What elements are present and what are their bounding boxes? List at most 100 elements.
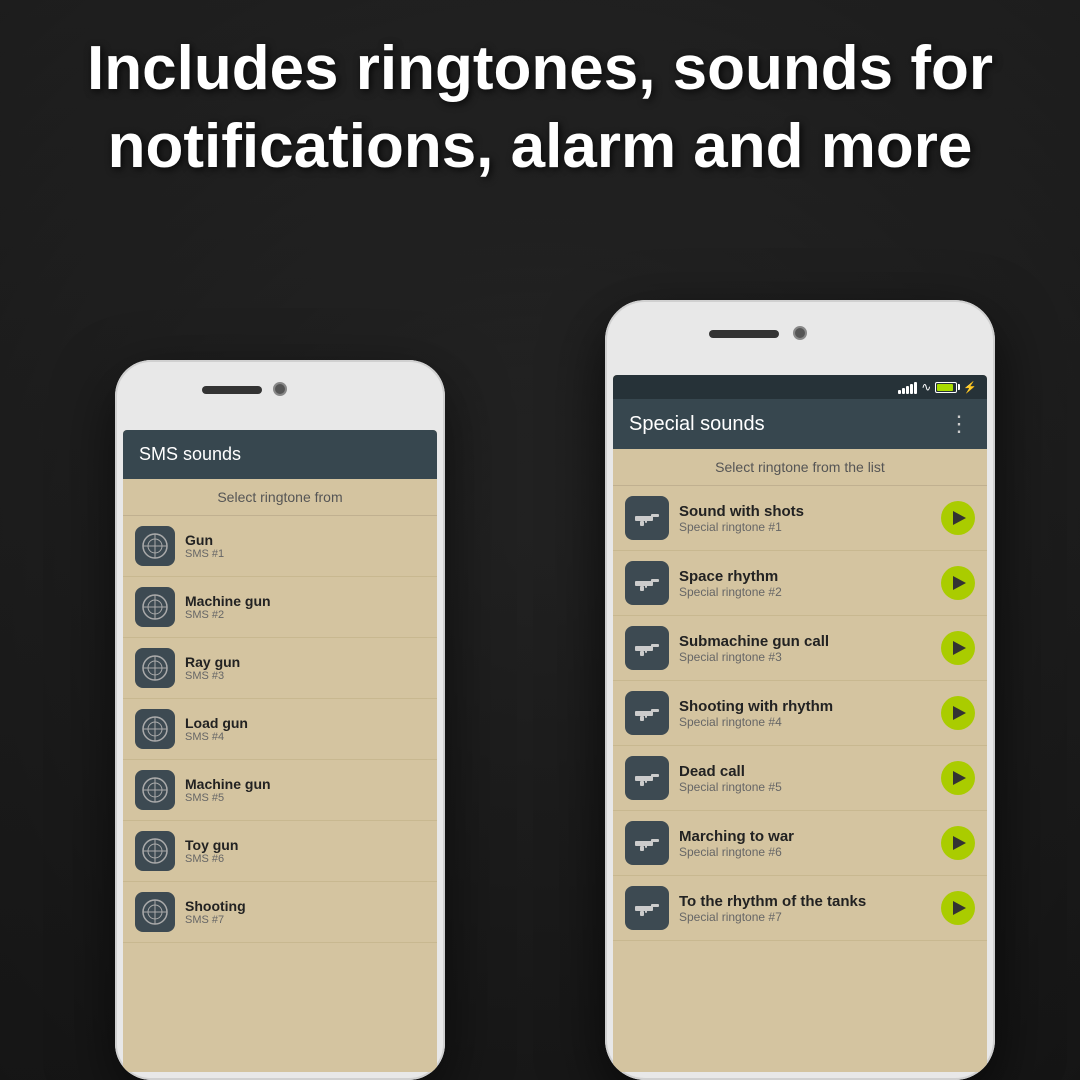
item-title: Load gun bbox=[185, 715, 248, 731]
item-info: Shooting SMS #7 bbox=[185, 898, 246, 926]
bar5 bbox=[914, 382, 917, 394]
item-title: Gun bbox=[185, 532, 224, 548]
item-icon bbox=[625, 561, 669, 605]
wifi-icon: ∿ bbox=[921, 380, 931, 394]
play-button[interactable] bbox=[941, 891, 975, 925]
list-item[interactable]: Shooting with rhythm Special ringtone #4 bbox=[613, 681, 987, 746]
item-subtitle: SMS #3 bbox=[185, 670, 240, 682]
item-info: Marching to war Special ringtone #6 bbox=[679, 828, 931, 859]
battery-fill bbox=[937, 384, 953, 391]
bar1 bbox=[898, 390, 901, 394]
header-title: Includes ringtones, sounds for notificat… bbox=[60, 30, 1020, 185]
list-item[interactable]: To the rhythm of the tanks Special ringt… bbox=[613, 876, 987, 941]
item-subtitle: Special ringtone #4 bbox=[679, 715, 931, 729]
phone-left-screen: SMS sounds Select ringtone from bbox=[123, 430, 437, 1072]
item-subtitle: SMS #6 bbox=[185, 853, 238, 865]
list-item[interactable]: Gun SMS #1 bbox=[123, 516, 437, 577]
phone-left: SMS sounds Select ringtone from bbox=[115, 360, 445, 1080]
item-subtitle: Special ringtone #5 bbox=[679, 780, 931, 794]
left-app-header: SMS sounds bbox=[123, 430, 437, 479]
right-app-header: Special sounds ⋮ bbox=[613, 399, 987, 449]
item-icon bbox=[135, 770, 175, 810]
left-app-subtitle: Select ringtone from bbox=[123, 479, 437, 516]
item-title: Sound with shots bbox=[679, 503, 931, 520]
right-app-title: Special sounds bbox=[629, 413, 765, 436]
play-button[interactable] bbox=[941, 761, 975, 795]
item-info: Load gun SMS #4 bbox=[185, 715, 248, 743]
item-title: Toy gun bbox=[185, 837, 238, 853]
item-icon bbox=[625, 691, 669, 735]
item-info: To the rhythm of the tanks Special ringt… bbox=[679, 893, 931, 924]
left-app-list: Gun SMS #1 Machine gun bbox=[123, 516, 437, 943]
list-item[interactable]: Space rhythm Special ringtone #2 bbox=[613, 551, 987, 616]
item-icon bbox=[625, 496, 669, 540]
item-subtitle: Special ringtone #1 bbox=[679, 520, 931, 534]
item-subtitle: Special ringtone #3 bbox=[679, 650, 931, 664]
item-icon bbox=[135, 709, 175, 749]
list-item[interactable]: Sound with shots Special ringtone #1 bbox=[613, 486, 987, 551]
item-info: Sound with shots Special ringtone #1 bbox=[679, 503, 931, 534]
left-app-title: SMS sounds bbox=[139, 444, 421, 465]
list-item[interactable]: Machine gun SMS #5 bbox=[123, 760, 437, 821]
item-subtitle: SMS #5 bbox=[185, 792, 271, 804]
item-icon bbox=[135, 587, 175, 627]
item-icon bbox=[625, 821, 669, 865]
item-title: Dead call bbox=[679, 763, 931, 780]
item-subtitle: SMS #7 bbox=[185, 914, 246, 926]
play-button[interactable] bbox=[941, 826, 975, 860]
item-title: Space rhythm bbox=[679, 568, 931, 585]
item-subtitle: SMS #1 bbox=[185, 548, 224, 560]
play-button[interactable] bbox=[941, 696, 975, 730]
bar4 bbox=[910, 384, 913, 394]
item-info: Space rhythm Special ringtone #2 bbox=[679, 568, 931, 599]
battery-body bbox=[935, 382, 957, 393]
play-button[interactable] bbox=[941, 566, 975, 600]
item-info: Gun SMS #1 bbox=[185, 532, 224, 560]
item-title: To the rhythm of the tanks bbox=[679, 893, 931, 910]
item-info: Submachine gun call Special ringtone #3 bbox=[679, 633, 931, 664]
phone-right: ∿ ⚡ Special sounds ⋮ Select ringtone fro… bbox=[605, 300, 995, 1080]
left-phone-speaker bbox=[202, 386, 262, 394]
list-item[interactable]: Toy gun SMS #6 bbox=[123, 821, 437, 882]
list-item[interactable]: Submachine gun call Special ringtone #3 bbox=[613, 616, 987, 681]
list-item[interactable]: Machine gun SMS #2 bbox=[123, 577, 437, 638]
item-title: Shooting with rhythm bbox=[679, 698, 931, 715]
list-item[interactable]: Shooting SMS #7 bbox=[123, 882, 437, 943]
item-title: Marching to war bbox=[679, 828, 931, 845]
item-title: Shooting bbox=[185, 898, 246, 914]
list-item[interactable]: Marching to war Special ringtone #6 bbox=[613, 811, 987, 876]
right-phone-speaker bbox=[709, 330, 779, 338]
list-item[interactable]: Dead call Special ringtone #5 bbox=[613, 746, 987, 811]
item-subtitle: Special ringtone #7 bbox=[679, 910, 931, 924]
item-icon bbox=[625, 756, 669, 800]
header-section: Includes ringtones, sounds for notificat… bbox=[0, 30, 1080, 185]
item-icon bbox=[135, 526, 175, 566]
item-icon bbox=[135, 831, 175, 871]
item-subtitle: SMS #4 bbox=[185, 731, 248, 743]
item-title: Machine gun bbox=[185, 593, 271, 609]
left-phone-camera bbox=[273, 382, 287, 396]
right-phone-camera bbox=[793, 326, 807, 340]
phone-right-screen: ∿ ⚡ Special sounds ⋮ Select ringtone fro… bbox=[613, 375, 987, 1072]
item-subtitle: Special ringtone #2 bbox=[679, 585, 931, 599]
item-icon bbox=[625, 626, 669, 670]
item-icon bbox=[135, 892, 175, 932]
list-item[interactable]: Ray gun SMS #3 bbox=[123, 638, 437, 699]
item-subtitle: SMS #2 bbox=[185, 609, 271, 621]
item-subtitle: Special ringtone #6 bbox=[679, 845, 931, 859]
item-info: Dead call Special ringtone #5 bbox=[679, 763, 931, 794]
item-title: Ray gun bbox=[185, 654, 240, 670]
item-info: Ray gun SMS #3 bbox=[185, 654, 240, 682]
item-icon bbox=[625, 886, 669, 930]
play-button[interactable] bbox=[941, 501, 975, 535]
right-app-list: Sound with shots Special ringtone #1 bbox=[613, 486, 987, 941]
item-info: Machine gun SMS #5 bbox=[185, 776, 271, 804]
play-button[interactable] bbox=[941, 631, 975, 665]
list-item[interactable]: Load gun SMS #4 bbox=[123, 699, 437, 760]
phones-container: SMS sounds Select ringtone from bbox=[65, 300, 1015, 1080]
status-bar: ∿ ⚡ bbox=[613, 375, 987, 399]
item-title: Submachine gun call bbox=[679, 633, 931, 650]
menu-dots-icon[interactable]: ⋮ bbox=[948, 411, 971, 437]
right-app-subtitle: Select ringtone from the list bbox=[613, 449, 987, 486]
item-info: Machine gun SMS #2 bbox=[185, 593, 271, 621]
